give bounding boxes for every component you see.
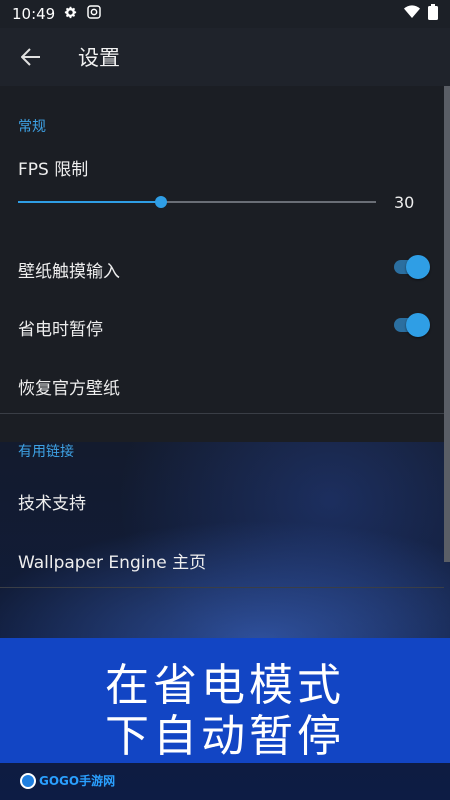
touch-input-label[interactable]: 壁纸触摸输入	[18, 257, 120, 282]
watermark-text: GOGO手游网	[39, 774, 116, 788]
logo-icon	[20, 772, 36, 789]
arrow-left-icon	[21, 48, 40, 66]
wifi-icon	[404, 5, 420, 23]
power-pause-toggle[interactable]	[394, 313, 430, 337]
fps-limit-label: FPS 限制	[18, 160, 89, 180]
app-notification-icon	[86, 4, 102, 24]
restore-wallpaper-item[interactable]: 恢复官方壁纸	[18, 374, 120, 399]
banner-line-2: 下自动暂停	[105, 711, 345, 762]
fps-slider[interactable]	[18, 195, 376, 209]
section-header-links: 有用链接	[18, 444, 74, 460]
power-pause-label[interactable]: 省电时暂停	[18, 315, 103, 340]
touch-input-toggle[interactable]	[394, 255, 430, 279]
page-title: 设置	[78, 46, 120, 70]
gear-icon	[63, 5, 78, 24]
status-bar: 10:49	[0, 0, 450, 28]
app-bar: 设置	[0, 28, 450, 86]
battery-icon	[428, 4, 438, 24]
back-button[interactable]	[0, 28, 62, 86]
fps-value: 30	[394, 193, 415, 212]
section-divider	[0, 413, 444, 414]
slider-thumb[interactable]	[155, 196, 168, 208]
tech-support-item[interactable]: 技术支持	[18, 489, 86, 514]
section-divider	[0, 587, 444, 588]
slider-fill	[18, 201, 162, 203]
toggle-knob	[406, 313, 430, 337]
homepage-link-item[interactable]: Wallpaper Engine 主页	[18, 548, 206, 573]
watermark-logo: GOGO手游网	[20, 772, 115, 789]
clock: 10:49	[12, 5, 56, 23]
toggle-knob	[406, 255, 430, 279]
scrollbar[interactable]	[444, 86, 450, 562]
section-header-general: 常规	[18, 119, 46, 135]
